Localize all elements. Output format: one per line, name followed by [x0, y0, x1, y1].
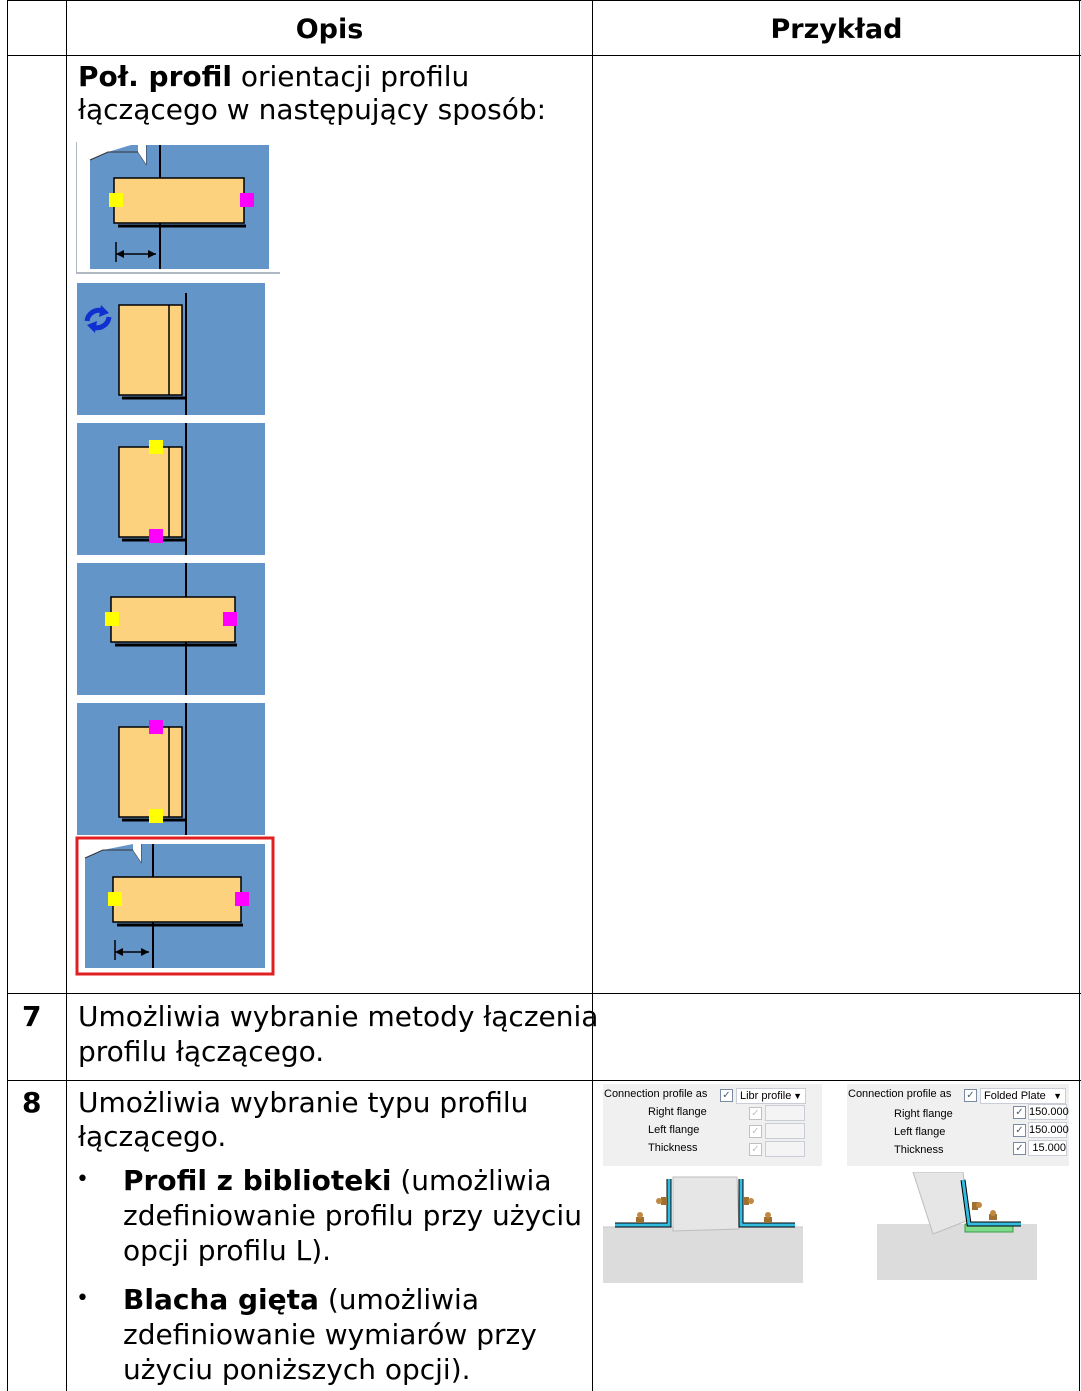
chevron-down-icon: ▼ [1053, 1091, 1062, 1101]
checkbox-connection-profile[interactable]: ✓ [720, 1089, 733, 1102]
bullet2-line3: użyciu poniższych opcji). [123, 1353, 471, 1386]
row8-number: 8 [22, 1086, 42, 1119]
checkbox-left-flange[interactable]: ✓ [749, 1125, 762, 1138]
bullet2-line2: zdefiniowanie wymiarów przy [123, 1318, 537, 1351]
table-col-divider-2 [592, 0, 593, 1391]
bullet2-rest: (umożliwia [318, 1283, 479, 1316]
label-connection-profile-as: Connection profile as [848, 1088, 952, 1100]
input-left-flange[interactable] [765, 1123, 805, 1139]
bullet1-line3: opcji profilu L). [123, 1234, 332, 1267]
row-divider-header [7, 55, 1081, 56]
bullet2-line1: Blacha gięta (umożliwia [123, 1283, 479, 1316]
row8-desc-line1: Umożliwia wybranie typu profilu [78, 1086, 529, 1119]
label-thickness: Thickness [894, 1144, 944, 1156]
checkbox-right-flange[interactable]: ✓ [1013, 1106, 1026, 1119]
bullet1-line1: Profil z biblioteki (umożliwia [123, 1164, 552, 1197]
table-col-divider-1 [66, 0, 67, 1391]
model-libr-profile [603, 1176, 803, 1283]
input-right-flange[interactable]: 150.000 [1028, 1104, 1069, 1120]
label-right-flange: Right flange [894, 1108, 953, 1120]
orient-desc-line2: łączącego w następujący sposób: [78, 93, 547, 126]
table-right-border [1079, 0, 1080, 1391]
table-left-border [7, 0, 8, 1391]
input-thickness[interactable] [765, 1141, 805, 1157]
label-left-flange: Left flange [648, 1124, 700, 1136]
chevron-down-icon: ▼ [793, 1091, 802, 1101]
bullet1-rest: (umożliwia [391, 1164, 552, 1197]
checkbox-right-flange[interactable]: ✓ [749, 1107, 762, 1120]
checkbox-thickness[interactable]: ✓ [1013, 1142, 1026, 1155]
row-divider-7 [7, 1080, 1081, 1081]
checkbox-thickness[interactable]: ✓ [749, 1143, 762, 1156]
input-thickness[interactable]: 15.000 [1028, 1140, 1067, 1156]
row7-number: 7 [22, 1000, 42, 1033]
header-opis: Opis [295, 14, 364, 45]
row-divider-orient [7, 993, 1081, 994]
checkbox-left-flange[interactable]: ✓ [1013, 1124, 1026, 1137]
table-top-border [7, 0, 1081, 1]
bullet-marker-2: • [76, 1286, 89, 1311]
bullet1-line2: zdefiniowanie profilu przy użyciu [123, 1199, 582, 1232]
input-right-flange[interactable] [765, 1105, 805, 1121]
select-connection-profile[interactable]: Libr profile ▼ [736, 1088, 806, 1104]
input-left-flange[interactable]: 150.000 [1028, 1122, 1069, 1138]
orient-option-vertical-rotate[interactable] [77, 283, 267, 415]
orient-desc-line1: Poł. profil orientacji profilu [78, 60, 469, 93]
label-left-flange: Left flange [894, 1126, 946, 1138]
label-connection-profile-as: Connection profile as [604, 1088, 708, 1100]
select-connection-profile[interactable]: Folded Plate ▼ [980, 1088, 1066, 1104]
row7-desc-line2: profilu łączącego. [78, 1035, 325, 1068]
bullet2-bold: Blacha gięta [123, 1283, 319, 1316]
model-folded-plate [877, 1172, 1037, 1280]
orient-option-horizontal-dimension[interactable] [76, 142, 280, 278]
header-przyklad: Przykład [770, 14, 903, 45]
orient-option-horizontal[interactable] [77, 563, 267, 695]
select-value: Libr profile [740, 1090, 792, 1102]
orient-desc-bold: Poł. profil [78, 60, 232, 93]
bullet1-bold: Profil z biblioteki [123, 1164, 392, 1197]
label-right-flange: Right flange [648, 1106, 707, 1118]
orient-option-vertical-magenta-top[interactable] [77, 703, 267, 835]
panel-folded-plate: Connection profile as ✓ Folded Plate ▼ Ri… [847, 1084, 1069, 1166]
row8-desc-line2: łączącego. [78, 1120, 227, 1153]
bullet-marker-1: • [76, 1167, 89, 1192]
select-value: Folded Plate [984, 1090, 1046, 1102]
label-thickness: Thickness [648, 1142, 698, 1154]
panel-libr-profile: Connection profile as ✓ Libr profile ▼ Ri… [603, 1084, 822, 1166]
row7-desc-line1: Umożliwia wybranie metody łączenia [78, 1000, 599, 1033]
orient-desc-rest: orientacji profilu [231, 60, 470, 93]
checkbox-connection-profile[interactable]: ✓ [964, 1089, 977, 1102]
orient-option-horizontal-dimension-selected[interactable] [75, 836, 277, 978]
orient-option-vertical-yellow-top[interactable] [77, 423, 267, 555]
